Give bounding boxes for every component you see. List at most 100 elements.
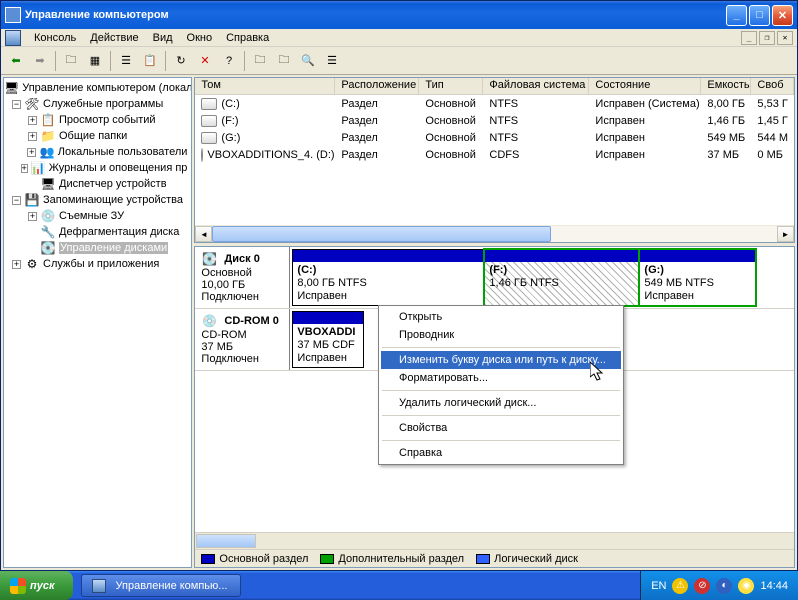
cdrom-type: CD-ROM [201, 329, 283, 341]
scroll-right-button[interactable]: ► [777, 226, 794, 242]
col-free[interactable]: Своб [751, 78, 794, 94]
taskbar-app-button[interactable]: Управление компью... [81, 574, 241, 597]
tree-removable[interactable]: Съемные ЗУ [59, 210, 124, 222]
collapse-icon[interactable]: − [12, 100, 21, 109]
tb-btn-1[interactable]: 🗀 [249, 50, 271, 72]
expand-icon[interactable]: + [28, 132, 37, 141]
menu-help[interactable]: Справка [381, 444, 621, 462]
col-layout[interactable]: Расположение [335, 78, 419, 94]
services-icon: ⚙ [24, 256, 40, 272]
properties-button[interactable]: ☰ [115, 50, 137, 72]
system-tray[interactable]: EN ⚠ ⊘ ◐ ◉ 14:44 [640, 571, 798, 600]
menu-window[interactable]: Окно [180, 30, 220, 46]
tray-shield-icon[interactable]: ⚠ [672, 578, 688, 594]
expand-icon[interactable]: + [21, 164, 28, 173]
expand-icon[interactable]: + [28, 212, 37, 221]
help-button[interactable]: ? [218, 50, 240, 72]
volume-icon [201, 115, 217, 127]
app-icon [92, 579, 106, 593]
mdi-close[interactable]: ✕ [777, 31, 793, 45]
show-hide-button[interactable]: ▦ [84, 50, 106, 72]
tree-events[interactable]: Просмотр событий [59, 114, 156, 126]
menu-explorer[interactable]: Проводник [381, 326, 621, 344]
export-button[interactable]: 📋 [139, 50, 161, 72]
tree-view[interactable]: 🖥Управление компьютером (локал −🛠Служебн… [3, 77, 192, 568]
tree-services[interactable]: Службы и приложения [43, 258, 159, 270]
menu-change-letter[interactable]: Изменить букву диска или путь к диску... [381, 351, 621, 369]
volume-icon [201, 132, 217, 144]
tree-root[interactable]: Управление компьютером (локал [22, 82, 192, 94]
up-button[interactable]: 🗀 [60, 50, 82, 72]
mdi-minimize[interactable]: _ [741, 31, 757, 45]
tb-btn-4[interactable]: ☰ [321, 50, 343, 72]
tree-shared[interactable]: Общие папки [59, 130, 127, 142]
tray-icon-2[interactable]: ◉ [738, 578, 754, 594]
cdrom-part-label: VBOXADDI [297, 326, 355, 338]
tree-defrag[interactable]: Дефрагментация диска [59, 226, 179, 238]
menu-console[interactable]: Консоль [27, 30, 83, 46]
partition[interactable]: (F:)1,46 ГБ NTFS [484, 249, 639, 306]
mdi-icon[interactable] [5, 30, 21, 46]
col-type[interactable]: Тип [419, 78, 483, 94]
list-row[interactable]: VBOXADDITIONS_4. (D:)РазделОсновнойCDFSИ… [195, 146, 794, 163]
scroll-thumb[interactable] [212, 226, 551, 242]
expand-icon[interactable]: + [27, 148, 36, 157]
close-button[interactable]: ✕ [772, 5, 793, 26]
expand-icon[interactable]: + [12, 260, 21, 269]
tree-logs[interactable]: Журналы и оповещения пр [49, 162, 188, 174]
tools-icon: 🛠 [24, 96, 40, 112]
clock[interactable]: 14:44 [760, 580, 788, 592]
menu-action[interactable]: Действие [83, 30, 145, 46]
menu-help[interactable]: Справка [219, 30, 276, 46]
list-row[interactable]: (G:)РазделОсновнойNTFSИсправен549 МБ544 … [195, 129, 794, 146]
cdrom-partition[interactable]: VBOXADDI 37 МБ CDF Исправен [292, 311, 364, 368]
title-bar[interactable]: Управление компьютером _ □ ✕ [1, 1, 797, 29]
back-button[interactable]: ⬅ [5, 50, 27, 72]
taskbar[interactable]: пуск Управление компью... EN ⚠ ⊘ ◐ ◉ 14:… [0, 571, 798, 600]
expand-icon[interactable]: + [28, 116, 37, 125]
col-status[interactable]: Состояние [589, 78, 701, 94]
col-volume[interactable]: Том [195, 78, 335, 94]
menu-format[interactable]: Форматировать... [381, 369, 621, 387]
menu-view[interactable]: Вид [146, 30, 180, 46]
tray-icon[interactable]: ◐ [716, 578, 732, 594]
tree-disk-mgmt[interactable]: Управление дисками [59, 242, 168, 254]
menu-open[interactable]: Открыть [381, 308, 621, 326]
tb-btn-2[interactable]: 🗀 [273, 50, 295, 72]
forward-button[interactable]: ➡ [29, 50, 51, 72]
menu-properties[interactable]: Свойства [381, 419, 621, 437]
list-row[interactable]: (C:)РазделОсновнойNTFSИсправен (Система)… [195, 95, 794, 112]
mdi-restore[interactable]: ❐ [759, 31, 775, 45]
minimize-button[interactable]: _ [726, 5, 747, 26]
list-row[interactable]: (F:)РазделОсновнойNTFSИсправен1,46 ГБ1,4… [195, 112, 794, 129]
col-capacity[interactable]: Емкость [701, 78, 751, 94]
tree-utilities[interactable]: Служебные программы [43, 98, 163, 110]
partition[interactable]: (C:)8,00 ГБ NTFSИсправен [292, 249, 484, 306]
delete-button[interactable]: ✕ [194, 50, 216, 72]
tb-btn-3[interactable]: 🔍 [297, 50, 319, 72]
bottom-scroll-thumb[interactable] [196, 534, 256, 548]
disk-info[interactable]: 💽Диск 0 Основной 10,00 ГБ Подключен [195, 247, 290, 308]
scroll-track[interactable] [212, 226, 777, 242]
collapse-icon[interactable]: − [12, 196, 21, 205]
language-indicator[interactable]: EN [651, 580, 666, 592]
legend-logical-box [476, 554, 490, 564]
tray-security-icon[interactable]: ⊘ [694, 578, 710, 594]
start-button[interactable]: пуск [0, 571, 73, 600]
maximize-button[interactable]: □ [749, 5, 770, 26]
app-icon [5, 7, 21, 23]
h-scrollbar[interactable]: ◄ ► [195, 225, 794, 242]
partition[interactable]: (G:)549 МБ NTFSИсправен [639, 249, 756, 306]
volume-list[interactable]: Том Расположение Тип Файловая система Со… [194, 77, 795, 243]
menu-bar: Консоль Действие Вид Окно Справка _ ❐ ✕ [1, 29, 797, 47]
refresh-button[interactable]: ↻ [170, 50, 192, 72]
tree-storage[interactable]: Запоминающие устройства [43, 194, 183, 206]
scroll-left-button[interactable]: ◄ [195, 226, 212, 242]
cdrom-info[interactable]: 💿CD-ROM 0 CD-ROM 37 МБ Подключен [195, 309, 290, 370]
menu-delete[interactable]: Удалить логический диск... [381, 394, 621, 412]
tree-devices[interactable]: Диспетчер устройств [59, 178, 167, 190]
removable-icon: 💿 [40, 208, 56, 224]
col-fs[interactable]: Файловая система [483, 78, 589, 94]
tree-users[interactable]: Локальные пользователи [58, 146, 188, 158]
disk-icon: 💽 [201, 251, 217, 267]
